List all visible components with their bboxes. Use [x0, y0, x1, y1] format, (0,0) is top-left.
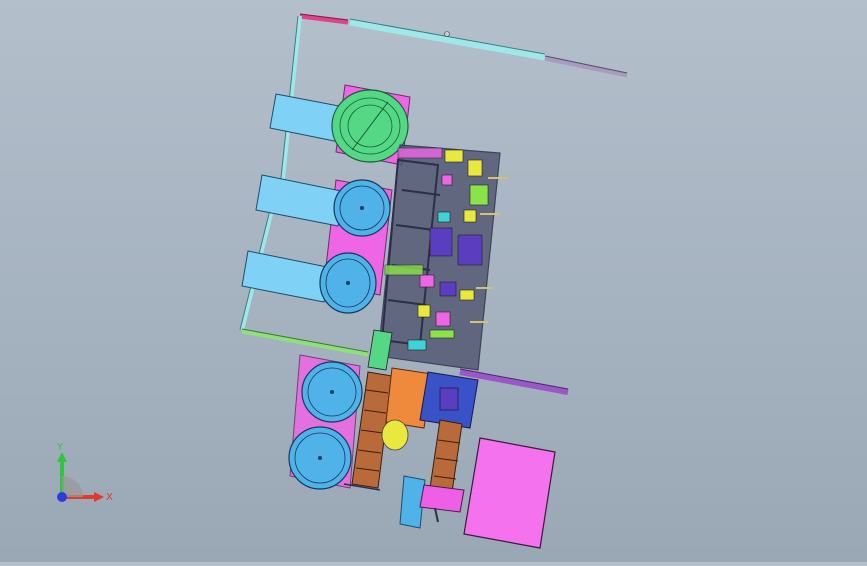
x-axis-arrow: [94, 492, 104, 502]
coordinate-triad: Y X: [56, 442, 113, 503]
y-axis-label: Y: [56, 442, 64, 453]
turntable-blue-3: [301, 361, 363, 423]
x-axis-label: X: [106, 492, 113, 503]
turntable-blue-4: [288, 426, 352, 490]
turntable-green: [331, 89, 409, 163]
turntable-blue-2: [319, 252, 377, 314]
y-axis-arrow: [57, 452, 67, 462]
cad-viewport[interactable]: Y X: [0, 0, 867, 562]
machine-assembly-model[interactable]: [0, 0, 867, 562]
turntable-blue-1: [333, 179, 391, 237]
z-axis-dot: [57, 492, 67, 502]
main-machine-frame: [377, 144, 508, 371]
